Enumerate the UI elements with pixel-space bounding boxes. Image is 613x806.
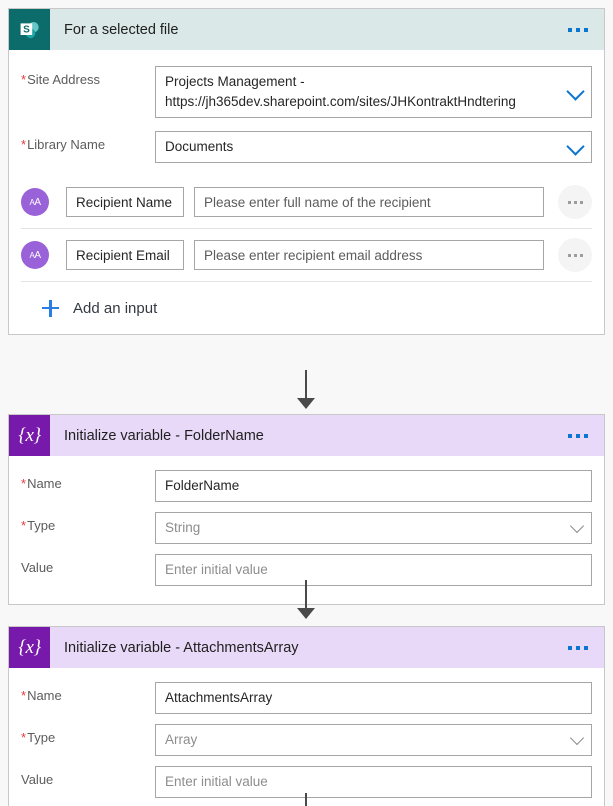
variable-name-input[interactable]: AttachmentsArray <box>155 682 592 714</box>
text-input-icon: AA <box>21 188 49 216</box>
flow-connector-line <box>305 793 307 806</box>
svg-text:S: S <box>23 24 30 35</box>
input-name-field-recipient-email[interactable]: Recipient Email <box>66 240 184 270</box>
site-address-value-line2: https://jh365dev.sharepoint.com/sites/JH… <box>165 92 561 112</box>
flow-card-init-attachmentsarray[interactable]: {x} Initialize variable - AttachmentsArr… <box>8 626 605 806</box>
variable-icon-glyph: {x} <box>18 425 40 447</box>
variable-value-input[interactable]: Enter initial value <box>155 766 592 798</box>
card-header-trigger[interactable]: S For a selected file <box>9 9 604 50</box>
field-label-type: *Type <box>21 512 155 533</box>
user-input-row-recipient-name: AA Recipient Name Please enter full name… <box>9 176 604 228</box>
chevron-down-icon[interactable] <box>566 82 584 100</box>
required-asterisk: * <box>21 518 26 533</box>
text-input-icon: AA <box>21 241 49 269</box>
field-label-name: *Name <box>21 682 155 703</box>
field-row-variable-name: *Name FolderName <box>9 470 604 502</box>
variable-value-input[interactable]: Enter initial value <box>155 554 592 586</box>
required-asterisk: * <box>21 688 26 703</box>
required-asterisk: * <box>21 730 26 745</box>
chevron-down-icon[interactable] <box>566 137 584 155</box>
user-input-row-recipient-email: AA Recipient Email Please enter recipien… <box>9 229 604 281</box>
required-asterisk: * <box>21 137 26 152</box>
add-an-input-button[interactable]: Add an input <box>9 282 604 334</box>
chevron-down-icon[interactable] <box>570 519 584 533</box>
input-more-options-button[interactable] <box>558 238 592 272</box>
input-name-field-recipient-name[interactable]: Recipient Name <box>66 187 184 217</box>
flow-connector-arrow <box>297 608 315 619</box>
field-label-name: *Name <box>21 470 155 491</box>
card-body-trigger: *Site Address Projects Management - http… <box>9 66 604 334</box>
required-asterisk: * <box>21 476 26 491</box>
sharepoint-icon: S <box>9 9 50 50</box>
field-row-library-name: *Library Name Documents <box>9 131 604 163</box>
field-row-variable-type: *Type String <box>9 512 604 544</box>
field-label-value: Value <box>21 554 155 575</box>
field-row-site-address: *Site Address Projects Management - http… <box>9 66 604 118</box>
card-menu-button[interactable] <box>564 640 592 656</box>
field-label-library-name: *Library Name <box>21 131 155 152</box>
card-title: Initialize variable - FolderName <box>64 428 264 444</box>
field-row-variable-type: *Type Array <box>9 724 604 756</box>
library-name-value: Documents <box>165 139 233 154</box>
flow-connector-arrow <box>297 398 315 409</box>
variable-type-dropdown[interactable]: String <box>155 512 592 544</box>
card-body-init-attachmentsarray: *Name AttachmentsArray *Type Array Value… <box>9 682 604 806</box>
flow-card-init-foldername[interactable]: {x} Initialize variable - FolderName *Na… <box>8 414 605 605</box>
field-label-type: *Type <box>21 724 155 745</box>
required-asterisk: * <box>21 72 26 87</box>
add-an-input-label: Add an input <box>73 300 157 317</box>
flow-card-trigger[interactable]: S For a selected file *Site Address Proj… <box>8 8 605 335</box>
chevron-down-icon[interactable] <box>570 731 584 745</box>
card-title: For a selected file <box>64 22 178 38</box>
input-value-field-recipient-name[interactable]: Please enter full name of the recipient <box>194 187 544 217</box>
card-menu-button[interactable] <box>564 428 592 444</box>
variable-type-value: String <box>165 520 200 535</box>
card-header-init-foldername[interactable]: {x} Initialize variable - FolderName <box>9 415 604 456</box>
input-value-field-recipient-email[interactable]: Please enter recipient email address <box>194 240 544 270</box>
site-address-value-line1: Projects Management - <box>165 72 561 92</box>
site-address-dropdown[interactable]: Projects Management - https://jh365dev.s… <box>155 66 592 118</box>
variable-type-dropdown[interactable]: Array <box>155 724 592 756</box>
card-header-init-attachmentsarray[interactable]: {x} Initialize variable - AttachmentsArr… <box>9 627 604 668</box>
library-name-dropdown[interactable]: Documents <box>155 131 592 163</box>
plus-icon <box>42 300 59 317</box>
variable-icon: {x} <box>9 627 50 668</box>
variable-type-value: Array <box>165 732 197 747</box>
card-title: Initialize variable - AttachmentsArray <box>64 640 299 656</box>
variable-name-input[interactable]: FolderName <box>155 470 592 502</box>
variable-icon: {x} <box>9 415 50 456</box>
field-row-variable-name: *Name AttachmentsArray <box>9 682 604 714</box>
field-label-value: Value <box>21 766 155 787</box>
variable-icon-glyph: {x} <box>18 637 40 659</box>
input-more-options-button[interactable] <box>558 185 592 219</box>
field-label-site-address: *Site Address <box>21 66 155 87</box>
card-menu-button[interactable] <box>564 22 592 38</box>
flow-designer-canvas: S For a selected file *Site Address Proj… <box>0 0 613 806</box>
